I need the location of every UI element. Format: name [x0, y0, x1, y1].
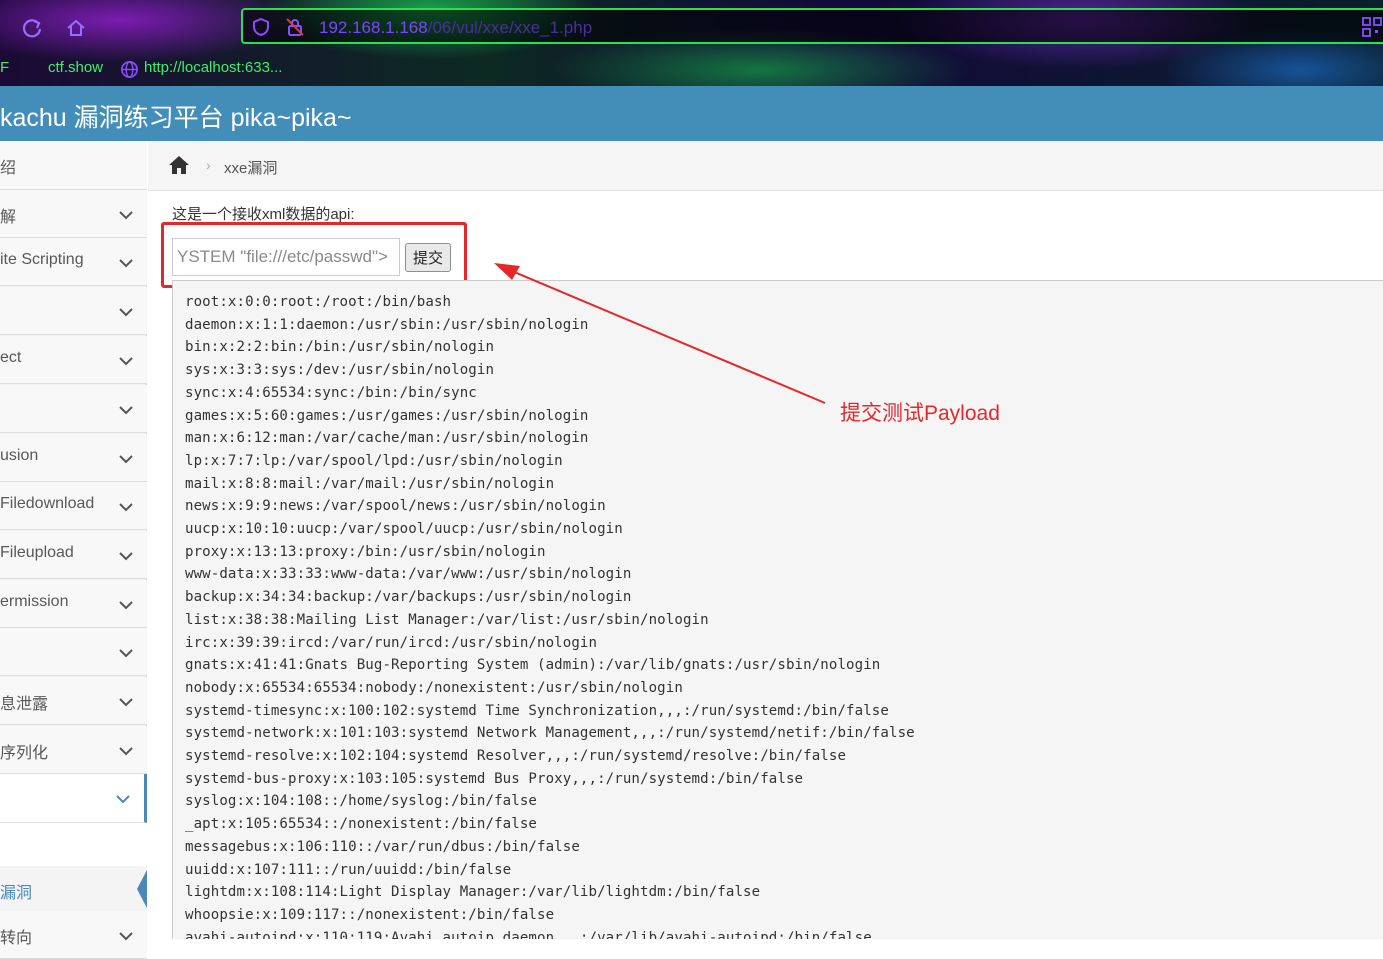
chevron-down-icon	[119, 694, 133, 712]
sidebar-item[interactable]: ect	[0, 336, 147, 384]
sidebar-item-label: 漏洞	[0, 885, 33, 902]
sidebar-item-label: 解	[0, 209, 17, 226]
shield-icon[interactable]	[251, 17, 271, 42]
output-line: systemd-network:x:101:103:systemd Networ…	[185, 725, 915, 742]
sidebar-item-label: 绍	[0, 160, 17, 177]
output-line: backup:x:34:34:backup:/var/backups:/usr/…	[185, 589, 632, 606]
output-line: lp:x:7:7:lp:/var/spool/lpd:/usr/sbin/nol…	[185, 452, 563, 469]
output-line: systemd-timesync:x:100:102:systemd Time …	[185, 702, 889, 719]
output-line: news:x:9:9:news:/var/spool/news:/usr/sbi…	[185, 498, 606, 515]
chevron-down-icon	[119, 353, 133, 371]
chevron-down-icon	[119, 304, 133, 322]
output-line: sync:x:4:65534:sync:/bin:/bin/sync	[185, 384, 477, 401]
output-line: daemon:x:1:1:daemon:/usr/sbin:/usr/sbin/…	[185, 316, 589, 333]
output-line: syslog:x:104:108::/home/syslog:/bin/fals…	[185, 793, 537, 810]
output-line: avahi-autoipd:x:110:119:Avahi autoip dae…	[185, 929, 872, 939]
output-line: bin:x:2:2:bin:/bin:/usr/sbin/nologin	[185, 339, 495, 356]
annotation-label: 提交测试Payload	[840, 402, 1000, 425]
api-description: 这是一个接收xml数据的api:	[172, 206, 355, 223]
output-line: uuidd:x:107:111::/run/uuidd:/bin/false	[185, 861, 512, 878]
chevron-down-icon	[119, 255, 133, 273]
home-icon[interactable]	[168, 155, 190, 180]
output-line: messagebus:x:106:110::/var/run/dbus:/bin…	[185, 838, 580, 855]
insecure-lock-icon[interactable]	[285, 17, 305, 42]
qr-icon[interactable]	[1362, 17, 1382, 42]
output-line: lightdm:x:108:114:Light Display Manager:…	[185, 884, 761, 901]
sidebar-item[interactable]	[0, 823, 147, 866]
active-marker	[137, 870, 147, 908]
output-line: root:x:0:0:root:/root:/bin/bash	[185, 294, 452, 310]
output-line: proxy:x:13:13:proxy:/bin:/usr/sbin/nolog…	[185, 543, 546, 560]
app-header: kachu 漏洞练习平台 pika~pika~	[0, 86, 1383, 141]
highlight-box	[161, 222, 467, 288]
output-line: systemd-resolve:x:102:104:systemd Resolv…	[185, 748, 847, 764]
sidebar-item[interactable]: 绍	[0, 141, 147, 190]
sidebar-item-label: usion	[0, 447, 39, 464]
app-title[interactable]: kachu 漏洞练习平台 pika~pika~	[0, 98, 352, 134]
sidebar-item[interactable]	[0, 385, 147, 433]
url-bar[interactable]: 192.168.1.168/06/vul/xxe/xxe_1.php	[241, 8, 1383, 44]
sidebar-item[interactable]: 息泄露	[0, 677, 147, 725]
output-line: sys:x:3:3:sys:/dev:/usr/sbin/nologin	[185, 362, 495, 379]
chevron-down-icon	[119, 451, 133, 469]
url-path: /06/vul/xxe/xxe_1.php	[427, 18, 593, 37]
home-icon[interactable]	[62, 14, 90, 42]
sidebar-item[interactable]: Filedownload	[0, 482, 147, 530]
sidebar-item[interactable]: ite Scripting	[0, 238, 147, 286]
chevron-down-icon	[116, 791, 130, 809]
output-line: systemd-bus-proxy:x:103:105:systemd Bus …	[185, 770, 804, 787]
output-line: irc:x:39:39:ircd:/var/run/ircd:/usr/sbin…	[185, 634, 598, 651]
chevron-down-icon	[119, 928, 133, 946]
chevron-down-icon	[119, 548, 133, 566]
reload-icon[interactable]	[18, 14, 46, 42]
sidebar-item[interactable]: 序列化	[0, 726, 147, 774]
bookmark-f[interactable]: F	[0, 59, 9, 76]
chevron-right-icon: ›	[206, 157, 211, 173]
output-line: nobody:x:65534:65534:nobody:/nonexistent…	[185, 679, 683, 696]
breadcrumb: › xxe漏洞	[148, 141, 1383, 191]
output-line: mail:x:8:8:mail:/var/mail:/usr/sbin/nolo…	[185, 475, 555, 492]
sidebar-item[interactable]: 漏洞	[0, 866, 147, 912]
sidebar-item[interactable]: usion	[0, 434, 147, 482]
output-line: gnats:x:41:41:Gnats Bug-Reporting System…	[185, 657, 881, 674]
sidebar-item-label: ite Scripting	[0, 251, 84, 268]
sidebar-item-label: Filedownload	[0, 495, 95, 512]
chevron-down-icon	[119, 597, 133, 615]
output-line: www-data:x:33:33:www-data:/var/www:/usr/…	[185, 566, 632, 583]
bookmark-localhost[interactable]: http://localhost:633...	[144, 59, 282, 76]
chevron-down-icon	[119, 645, 133, 663]
sidebar-item-label: 息泄露	[0, 696, 49, 713]
sidebar-item[interactable]: ermission	[0, 580, 147, 628]
chevron-down-icon	[119, 402, 133, 420]
chevron-down-icon	[119, 743, 133, 761]
output-line: uucp:x:10:10:uucp:/var/spool/uucp:/usr/s…	[185, 521, 623, 537]
output-line: games:x:5:60:games:/usr/games:/usr/sbin/…	[185, 407, 589, 424]
url-host: 192.168.1.168	[319, 18, 428, 37]
breadcrumb-current: xxe漏洞	[224, 160, 278, 177]
output-line: list:x:38:38:Mailing List Manager:/var/l…	[185, 611, 709, 628]
chevron-down-icon	[119, 499, 133, 517]
sidebar-item[interactable]: Fileupload	[0, 531, 147, 579]
sidebar-item-label: 序列化	[0, 745, 49, 762]
output-line: whoopsie:x:109:117::/nonexistent:/bin/fa…	[185, 906, 555, 923]
browser-chrome: 192.168.1.168/06/vul/xxe/xxe_1.php F ctf…	[0, 0, 1383, 86]
output-line: _apt:x:105:65534::/nonexistent:/bin/fals…	[185, 816, 537, 833]
chevron-down-icon	[119, 207, 133, 225]
sidebar-item[interactable]	[0, 774, 147, 823]
bookmark-ctfshow[interactable]: ctf.show	[48, 59, 103, 76]
sidebar-item-label: 转向	[0, 930, 33, 947]
sidebar-item-label: ermission	[0, 593, 69, 610]
globe-icon	[120, 60, 139, 84]
sidebar-item-label: Fileupload	[0, 544, 74, 561]
sidebar-item[interactable]	[0, 287, 147, 335]
sidebar-item-label: ect	[0, 349, 22, 366]
url-text[interactable]: 192.168.1.168/06/vul/xxe/xxe_1.php	[319, 18, 592, 38]
output-line: man:x:6:12:man:/var/cache/man:/usr/sbin/…	[185, 430, 589, 447]
sidebar-item[interactable]	[0, 628, 147, 676]
sidebar-item[interactable]: 转向	[0, 911, 147, 959]
passwd-output: root:x:0:0:root:/root:/bin/bash daemon:x:…	[172, 280, 1383, 939]
sidebar: 绍解 ite Scripting ect usion Filedownload Fileu…	[0, 141, 147, 959]
sidebar-item[interactable]: 解	[0, 190, 147, 238]
